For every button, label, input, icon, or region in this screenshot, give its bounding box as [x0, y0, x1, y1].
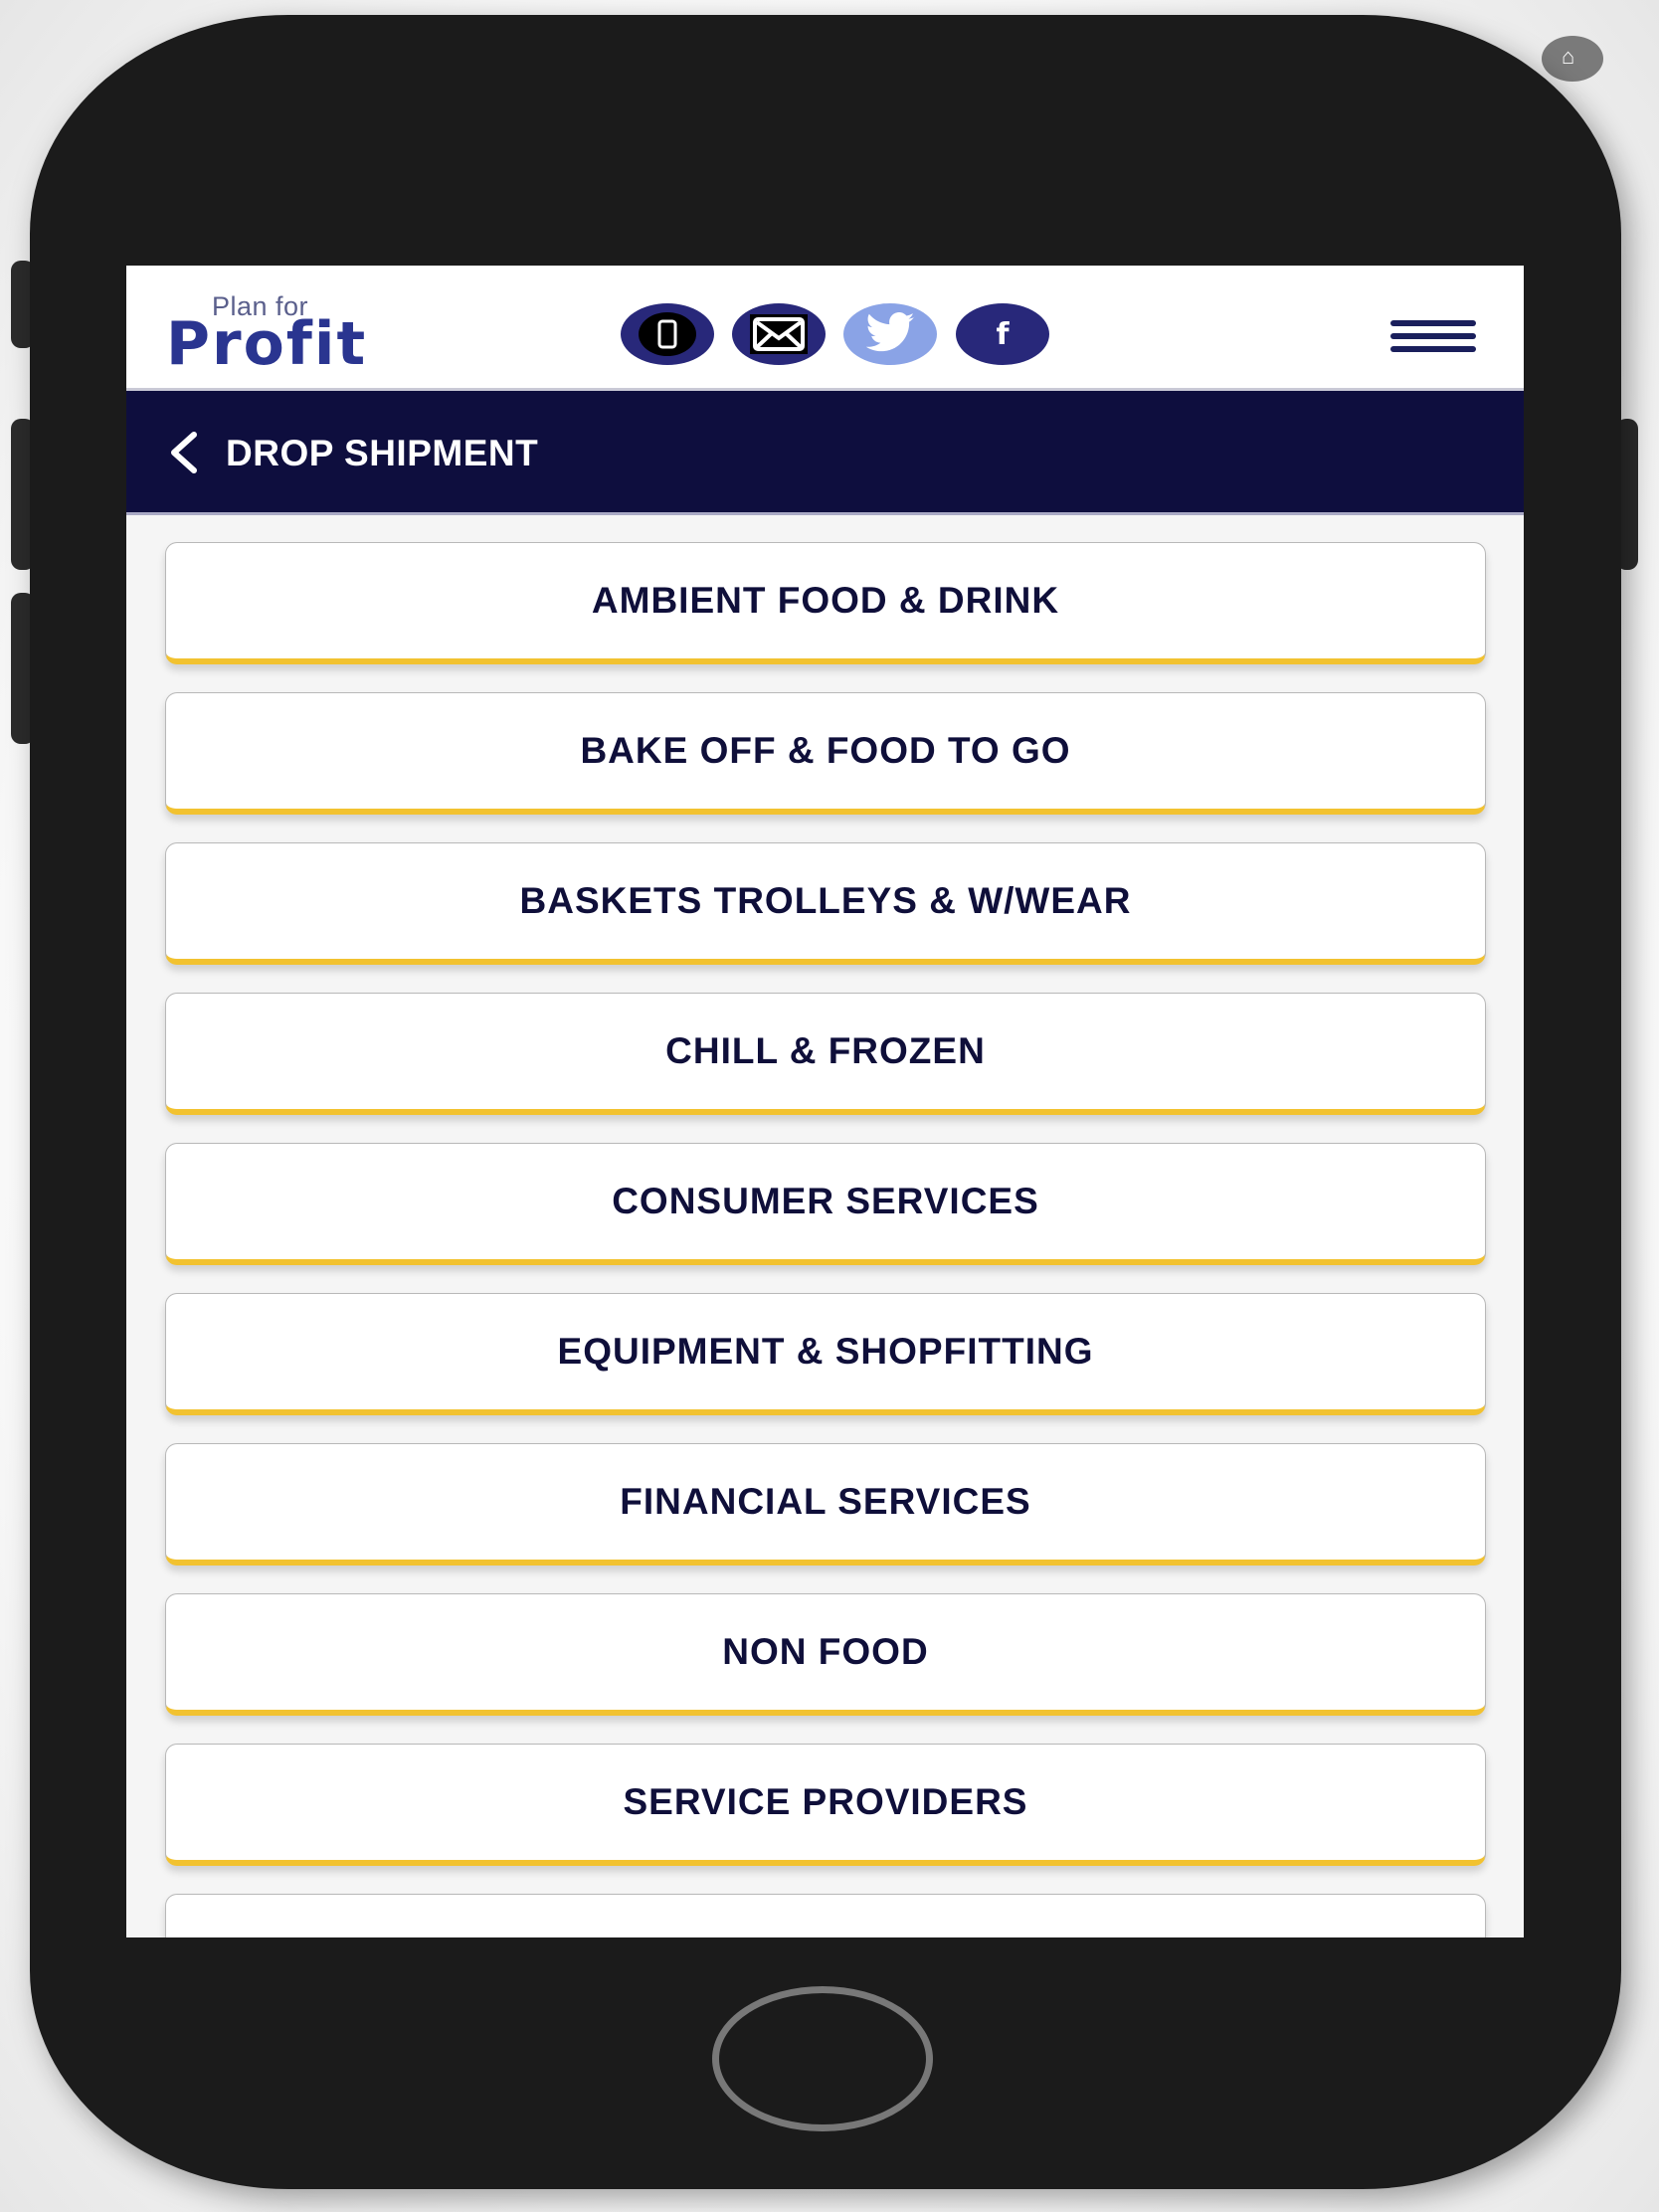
category-item-baskets-trolleys-wwear[interactable]: BASKETS TROLLEYS & W/WEAR: [165, 842, 1486, 965]
house-icon: ⌂: [1562, 44, 1575, 69]
app-screen: Plan for Profit f DROP SHIPMENT AMBIENT …: [126, 266, 1524, 1937]
category-list: AMBIENT FOOD & DRINK BAKE OFF & FOOD TO …: [165, 542, 1486, 1937]
chevron-left-icon: [171, 432, 197, 473]
category-label: NON FOOD: [722, 1631, 929, 1672]
phone-icon: [639, 312, 696, 356]
category-label: CONSUMER SERVICES: [612, 1181, 1039, 1221]
facebook-icon: f: [996, 316, 1010, 352]
email-button[interactable]: [732, 303, 826, 365]
facebook-button[interactable]: f: [956, 303, 1049, 365]
app-header: Plan for Profit f: [126, 266, 1524, 391]
hamburger-menu-button[interactable]: [1390, 318, 1476, 352]
category-item-bake-off-food-to-go[interactable]: BAKE OFF & FOOD TO GO: [165, 692, 1486, 815]
mail-icon: [750, 314, 808, 354]
category-item-consumer-services[interactable]: CONSUMER SERVICES: [165, 1143, 1486, 1265]
back-button[interactable]: [164, 429, 204, 476]
category-label: BAKE OFF & FOOD TO GO: [580, 730, 1071, 771]
category-item-chill-frozen[interactable]: CHILL & FROZEN: [165, 993, 1486, 1115]
phone-button[interactable]: [621, 303, 714, 365]
page-nav-bar: DROP SHIPMENT: [126, 391, 1524, 515]
category-label: CHILL & FROZEN: [665, 1030, 986, 1071]
category-label: SERVICE PROVIDERS: [623, 1781, 1028, 1822]
category-item-service-providers[interactable]: SERVICE PROVIDERS: [165, 1744, 1486, 1866]
menu-line: [1390, 333, 1476, 339]
category-item-partial[interactable]: [165, 1894, 1486, 1937]
category-label: FINANCIAL SERVICES: [620, 1481, 1031, 1522]
page-title: DROP SHIPMENT: [226, 433, 539, 473]
category-item-ambient-food-drink[interactable]: AMBIENT FOOD & DRINK: [165, 542, 1486, 664]
category-label: EQUIPMENT & SHOPFITTING: [557, 1331, 1094, 1372]
category-item-non-food[interactable]: NON FOOD: [165, 1593, 1486, 1716]
twitter-button[interactable]: [843, 303, 937, 365]
menu-line: [1390, 346, 1476, 352]
home-button[interactable]: [712, 1986, 933, 2131]
category-item-financial-services[interactable]: FINANCIAL SERVICES: [165, 1443, 1486, 1566]
device-settings-icon: ⌂: [1542, 36, 1603, 82]
menu-line: [1390, 320, 1476, 326]
category-label: BASKETS TROLLEYS & W/WEAR: [519, 880, 1132, 921]
twitter-icon: [865, 312, 915, 352]
category-item-equipment-shopfitting[interactable]: EQUIPMENT & SHOPFITTING: [165, 1293, 1486, 1415]
logo[interactable]: Plan for Profit: [166, 291, 425, 379]
logo-title: Profit: [166, 309, 368, 379]
category-label: AMBIENT FOOD & DRINK: [591, 580, 1060, 621]
